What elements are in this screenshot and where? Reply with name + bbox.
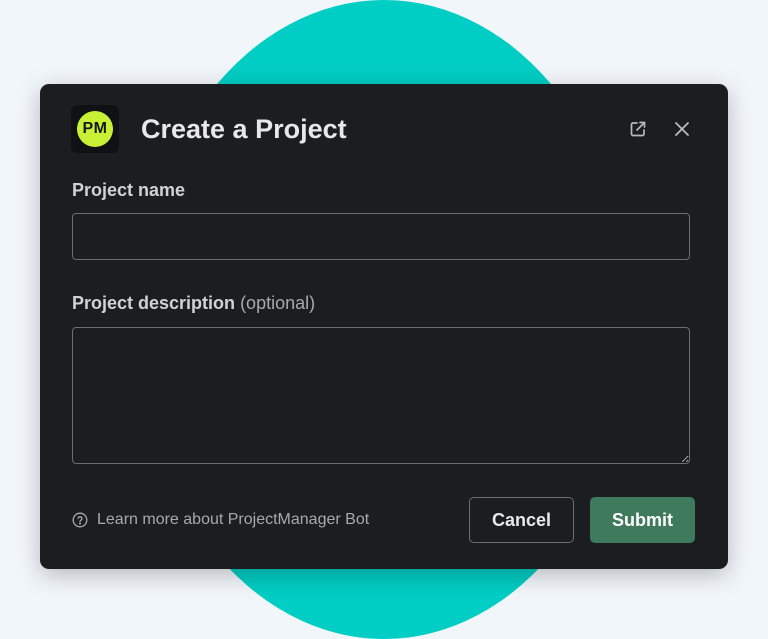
close-button[interactable]: [670, 117, 694, 141]
create-project-modal: PM Create a Project Project name Project…: [40, 84, 728, 569]
submit-button[interactable]: Submit: [590, 497, 695, 543]
modal-title: Create a Project: [141, 114, 347, 144]
open-in-new-window-button[interactable]: [626, 117, 650, 141]
app-avatar-logo: PM: [77, 111, 113, 147]
project-name-input[interactable]: [72, 213, 690, 260]
app-avatar: PM: [71, 105, 119, 153]
optional-hint: (optional): [240, 293, 316, 313]
project-description-label-text: Project description: [72, 293, 236, 313]
project-description-label: Project description (optional): [72, 291, 315, 315]
cancel-button[interactable]: Cancel: [469, 497, 574, 543]
project-name-label: Project name: [72, 180, 186, 200]
question-circle-icon: [72, 512, 88, 528]
learn-more-link[interactable]: Learn more about ProjectManager Bot: [72, 509, 369, 531]
close-icon: [673, 120, 691, 138]
external-link-icon: [628, 119, 648, 139]
project-description-input[interactable]: [72, 327, 690, 464]
learn-more-link-text: Learn more about ProjectManager Bot: [97, 511, 370, 528]
